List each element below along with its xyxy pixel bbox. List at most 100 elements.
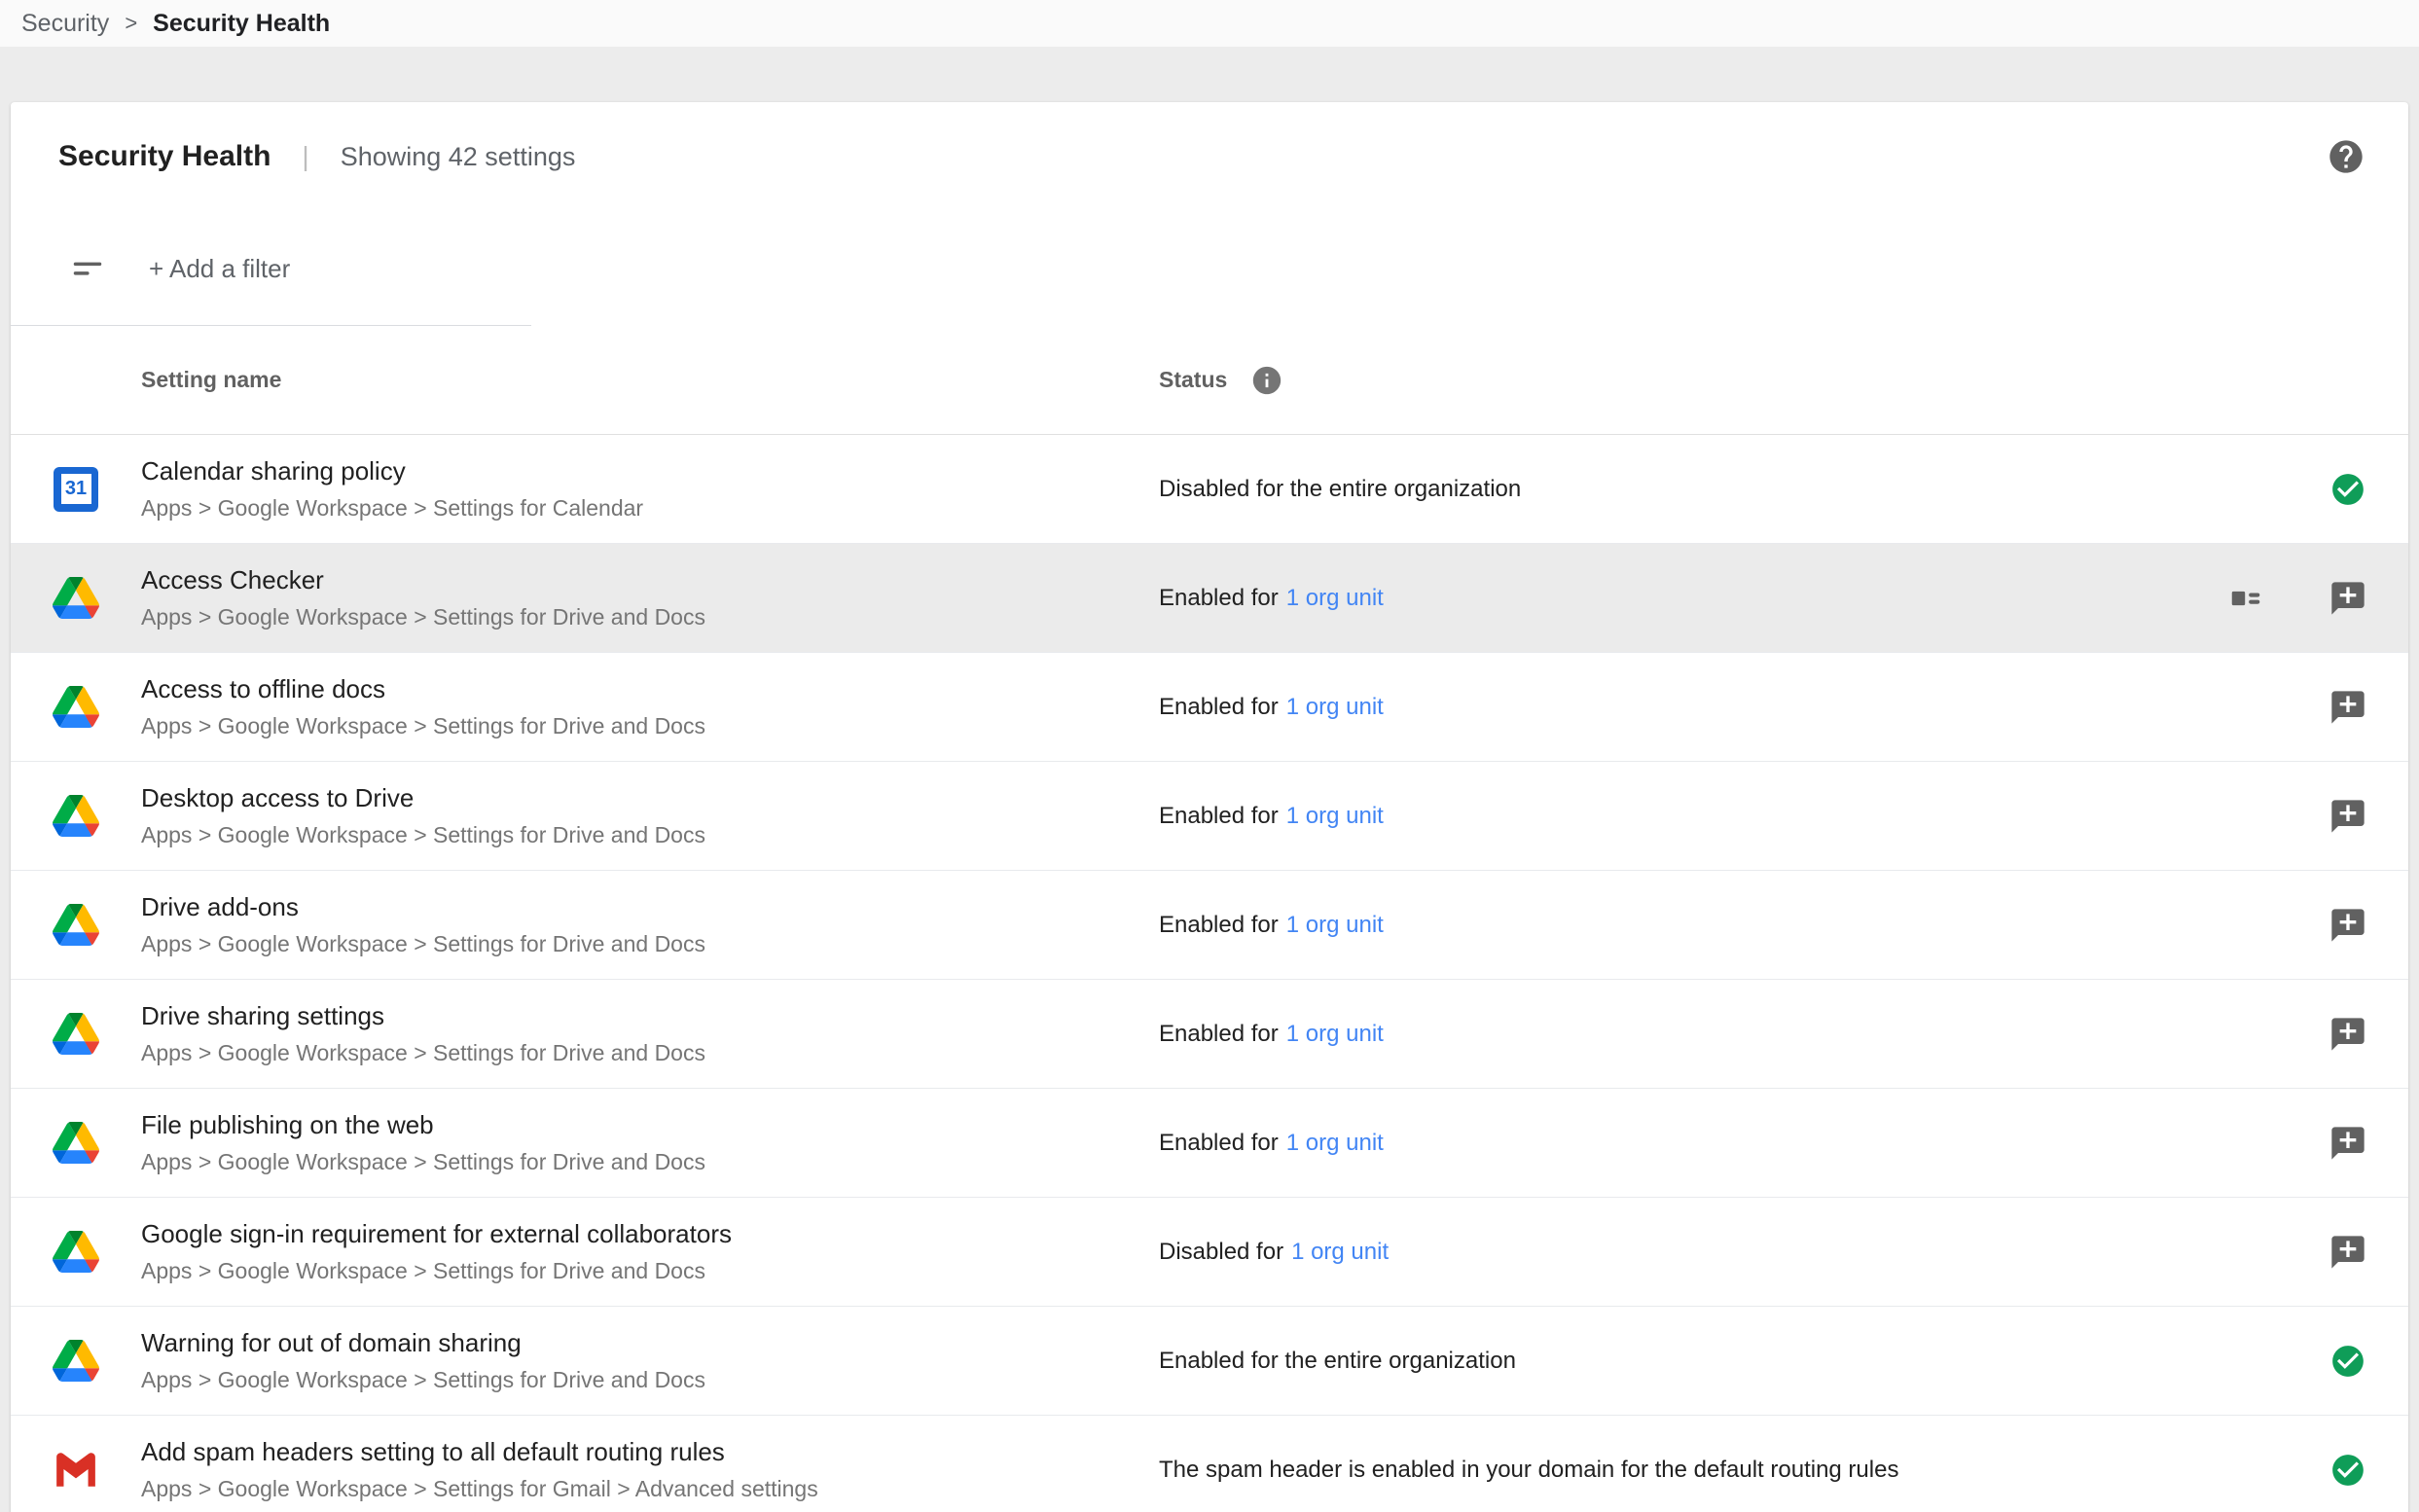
settings-count: Showing 42 settings [341, 142, 576, 172]
status-text: Enabled for [1159, 1130, 1279, 1156]
app-icon-cell: 31 [11, 1122, 141, 1164]
row-actions [2329, 906, 2408, 945]
google-drive-icon [53, 795, 99, 837]
row-actions [2329, 1124, 2408, 1163]
app-icon-cell: 31 [11, 904, 141, 946]
setting-name: Drive add-ons [141, 892, 1120, 922]
breadcrumb-current: Security Health [153, 10, 330, 38]
app-icon-cell: 31 [11, 467, 141, 512]
status-text: Enabled for [1159, 694, 1279, 720]
green-check-icon [2329, 1451, 2367, 1490]
status-text: The spam header is enabled in your domai… [1159, 1457, 1898, 1483]
breadcrumb-separator: > [125, 11, 137, 36]
table-row[interactable]: 31 File publishing on the web [11, 1089, 2408, 1198]
table-row[interactable]: 31 Access to offline docs Apps [11, 653, 2408, 762]
status-text: Enabled for [1159, 912, 1279, 938]
row-actions [2329, 688, 2408, 727]
row-actions [2329, 797, 2408, 836]
status-text: Enabled for [1159, 1021, 1279, 1047]
recommendation-badge-icon[interactable] [2329, 1233, 2367, 1272]
setting-name: Access to offline docs [141, 674, 1120, 704]
gmail-icon [54, 1453, 98, 1487]
green-check-icon [2329, 1342, 2367, 1381]
filter-bar: + Add a filter [11, 211, 2408, 326]
row-actions [2329, 470, 2408, 509]
status-text: Disabled for the entire organization [1159, 476, 1521, 502]
table-row[interactable]: 31 Google sign-in requirement for ex [11, 1198, 2408, 1307]
column-status: Status [1159, 364, 1283, 397]
status-cell: Enabled for the entire organization [1159, 1348, 2329, 1375]
security-health-card: Security Health | Showing 42 settings + … [11, 102, 2408, 1512]
status-cell: The spam header is enabled in your domai… [1159, 1457, 2329, 1484]
org-unit-link[interactable]: 1 org unit [1286, 912, 1384, 938]
recommendation-badge-icon[interactable] [2329, 688, 2367, 727]
row-actions [2329, 1342, 2408, 1381]
setting-path: Apps > Google Workspace > Settings for D… [141, 1258, 1120, 1285]
org-unit-link[interactable]: 1 org unit [1286, 585, 1384, 611]
status-cell: Enabled for 1 org unit [1159, 912, 2329, 939]
setting-name: Warning for out of domain sharing [141, 1328, 1120, 1358]
google-drive-icon [53, 1231, 99, 1273]
table-row[interactable]: 31 Desktop access to Drive App [11, 762, 2408, 871]
recommendation-badge-icon[interactable] [2329, 797, 2367, 836]
org-unit-link[interactable]: 1 org unit [1291, 1239, 1389, 1265]
recommendation-badge-icon[interactable] [2329, 1015, 2367, 1054]
org-unit-link[interactable]: 1 org unit [1286, 803, 1384, 829]
recommendation-badge-icon[interactable] [2329, 579, 2367, 618]
setting-path: Apps > Google Workspace > Settings for D… [141, 713, 1120, 740]
setting-info: Add spam headers setting to all default … [141, 1437, 1159, 1503]
setting-path: Apps > Google Workspace > Settings for D… [141, 822, 1120, 849]
info-icon[interactable] [1250, 364, 1283, 397]
green-check-icon [2329, 470, 2367, 509]
app-icon-cell: 31 [11, 577, 141, 619]
column-setting-name: Setting name [141, 367, 1159, 393]
setting-details-icon[interactable] [2227, 580, 2264, 617]
recommendation-badge-icon[interactable] [2329, 906, 2367, 945]
setting-path: Apps > Google Workspace > Settings for D… [141, 604, 1120, 631]
setting-path: Apps > Google Workspace > Settings for G… [141, 1476, 1120, 1503]
status-cell: Enabled for1 org unit [1159, 803, 2329, 830]
help-icon[interactable] [2327, 137, 2365, 176]
setting-path: Apps > Google Workspace > Settings for D… [141, 1149, 1120, 1176]
setting-info: File publishing on the web Apps > Google… [141, 1110, 1159, 1176]
setting-name: Google sign-in requirement for external … [141, 1219, 1120, 1249]
google-drive-icon [53, 1340, 99, 1382]
row-actions [2227, 579, 2408, 618]
org-unit-link[interactable]: 1 org unit [1286, 1021, 1384, 1047]
setting-name: File publishing on the web [141, 1110, 1120, 1140]
app-icon-cell: 31 [11, 686, 141, 728]
row-actions [2329, 1233, 2408, 1272]
status-cell: Enabled for 1 org unit [1159, 1021, 2329, 1048]
app-icon-cell: 31 [11, 1453, 141, 1487]
breadcrumb-security[interactable]: Security [21, 10, 109, 38]
google-drive-icon [53, 686, 99, 728]
setting-name: Desktop access to Drive [141, 783, 1120, 813]
app-icon-cell: 31 [11, 795, 141, 837]
table-row[interactable]: 31 Warning for out of domain sharing [11, 1307, 2408, 1416]
settings-list: 31 Calendar sharing policy App [11, 435, 2408, 1512]
setting-info: Calendar sharing policy Apps > Google Wo… [141, 456, 1159, 522]
table-row[interactable]: 31 Add spam headers setting to all d [11, 1416, 2408, 1512]
setting-path: Apps > Google Workspace > Settings for D… [141, 931, 1120, 958]
table-row[interactable]: 31 Drive sharing settings Apps [11, 980, 2408, 1089]
status-text: Disabled for [1159, 1239, 1283, 1265]
table-row[interactable]: 31 Drive add-ons Apps > Google [11, 871, 2408, 980]
app-icon-cell: 31 [11, 1231, 141, 1273]
status-text: Enabled for the entire organization [1159, 1348, 1516, 1374]
setting-name: Add spam headers setting to all default … [141, 1437, 1120, 1467]
setting-name: Drive sharing settings [141, 1001, 1120, 1031]
table-row[interactable]: 31 Access Checker Apps > Googl [11, 544, 2408, 653]
status-cell: Disabled for 1 org unit [1159, 1239, 2329, 1266]
google-drive-icon [53, 1013, 99, 1055]
status-text: Enabled for [1159, 585, 1279, 611]
recommendation-badge-icon[interactable] [2329, 1124, 2367, 1163]
setting-name: Access Checker [141, 565, 1120, 595]
setting-path: Apps > Google Workspace > Settings for D… [141, 1040, 1120, 1067]
title-divider: | [302, 141, 308, 172]
add-filter-button[interactable]: + Add a filter [149, 254, 290, 284]
table-row[interactable]: 31 Calendar sharing policy App [11, 435, 2408, 544]
org-unit-link[interactable]: 1 org unit [1286, 1130, 1384, 1156]
org-unit-link[interactable]: 1 org unit [1286, 694, 1384, 720]
google-drive-icon [53, 904, 99, 946]
app-icon-cell: 31 [11, 1013, 141, 1055]
